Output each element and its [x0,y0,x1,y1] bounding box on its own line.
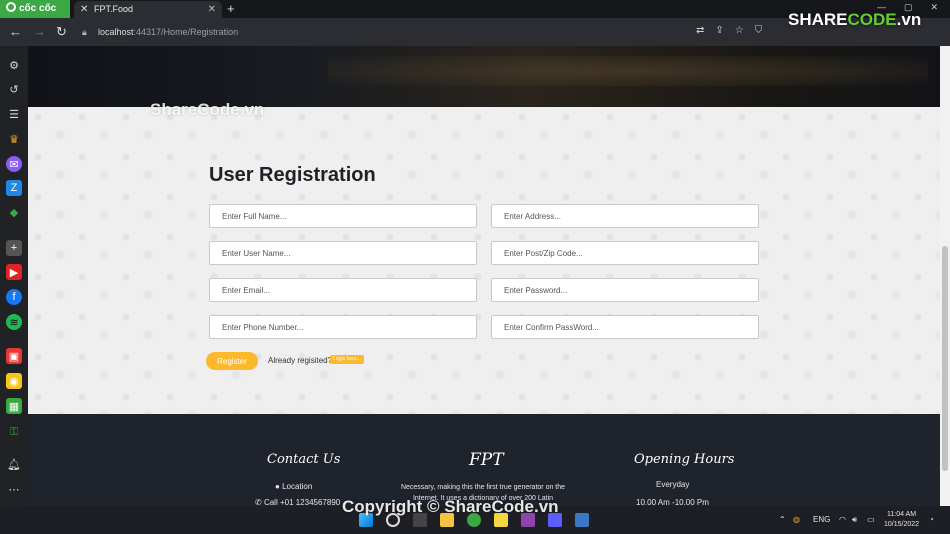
map-pin-icon: ● [275,482,283,491]
tray-expand-icon[interactable]: ⌃ [779,515,786,524]
volume-icon[interactable]: 🔊︎ [852,515,857,525]
phone-item[interactable]: ✆ Call +01 1234567890 [255,498,340,506]
share-icon[interactable]: ⇪ [715,25,723,36]
python-icon[interactable] [575,513,589,527]
translate-icon[interactable]: ⇄ [696,25,704,36]
url-path: :44317/Home/Registration [133,27,239,37]
forward-icon[interactable]: → [33,24,46,40]
phone-icon: ✆ [255,498,264,506]
full-name-input[interactable] [209,204,477,228]
page-scrollbar[interactable] [940,46,950,506]
more-options-icon[interactable]: ⋯ [6,481,22,497]
password-input[interactable] [491,278,759,302]
address-bar[interactable]: 🔒︎ localhost:44317/Home/Registration [78,22,690,42]
site-info-icon[interactable]: 🔒︎ [82,22,87,42]
reading-list-icon[interactable]: ☰ [6,106,22,122]
history-icon[interactable]: ↺ [6,81,22,97]
battery-icon[interactable]: ▭ [867,515,875,524]
youtube-icon[interactable]: ▶ [6,264,22,280]
footer-brand-heading: FPT [469,450,504,470]
spotify-icon[interactable]: ≋ [6,314,22,330]
coccoc-logo-icon [6,2,16,12]
notification-bell-icon[interactable]: 🔔︎ [6,456,22,472]
coccoc-menu-button[interactable]: cốc cốc [0,0,70,18]
bookmark-star-icon[interactable]: ☆ [735,25,744,36]
logo-suffix: .vn [896,10,922,29]
contact-heading: Contact Us [267,452,341,467]
shopping-icon[interactable]: ▣ [6,348,22,364]
watermark-top: ShareCode.vn [150,100,265,119]
phone-input[interactable] [209,315,477,339]
back-icon[interactable]: ← [9,24,22,40]
url-host: localhost [98,27,134,37]
key-icon[interactable]: ⚿ [6,424,22,440]
gift-icon[interactable]: ▦ [6,398,22,414]
coin-icon[interactable]: ◉ [6,373,22,389]
page-title: User Registration [209,164,376,186]
add-panel-icon[interactable]: + [6,240,22,256]
crown-icon[interactable]: ♛ [6,131,22,147]
watermark-bottom: Copyright © ShareCode.vn [342,497,559,516]
game-controller-icon[interactable]: ◆ [6,204,22,220]
new-tab-button[interactable]: + [227,0,235,17]
phone-label: Call +01 1234567890 [263,498,341,506]
logo-prefix: SHARE [788,10,848,29]
wifi-icon[interactable]: ◠ [839,515,846,524]
address-input[interactable] [491,204,759,228]
language-indicator[interactable]: ENG [813,515,830,524]
clock-time: 11:04 AM [886,511,917,518]
tab-title: FPT.Food [94,4,134,14]
hero-image [328,56,928,86]
zalo-icon[interactable]: Z [6,180,22,196]
already-registered-text: Already regisited? [268,356,333,365]
confirm-password-input[interactable] [491,315,759,339]
toolbar-actions: ⇄ ⇪ ☆ ⛉ [696,25,762,36]
tab-fpt-food[interactable]: ✕ FPT.Food ✕ [74,1,222,18]
email-input[interactable] [209,278,477,302]
register-button[interactable]: Register [206,352,258,370]
reload-icon[interactable]: ↻ [56,24,67,40]
settings-gear-icon[interactable]: ⚙ [6,57,22,73]
clock-date: 10/15/2022 [884,521,920,528]
brand-label: cốc cốc [19,3,57,14]
location-label: Location [282,482,313,491]
system-clock[interactable]: 11:04 AM 10/15/2022 [884,510,919,530]
messenger-icon[interactable]: ✉ [6,156,22,172]
location-item[interactable]: ● Location [275,482,312,491]
hero-banner [28,46,940,107]
site-favicon-icon: ✕ [80,4,89,15]
scrollbar-thumb[interactable] [942,246,948,471]
facebook-icon[interactable]: f [6,289,22,305]
browser-sidebar: ⚙ ↺ ☰ ♛ ✉ Z ◆ + ▶ f ≋ ▣ ◉ ▦ ⚿ 🔔︎ ⋯ [0,46,28,506]
login-link[interactable]: Login here... [330,355,364,364]
logo-mid: CODE [847,10,897,29]
postcode-input[interactable] [491,241,759,265]
user-name-input[interactable] [209,241,477,265]
registration-section: User Registration Register Already regis… [28,107,940,414]
close-window-icon[interactable]: ✕ [930,2,938,13]
shield-icon[interactable]: ⛉ [755,25,763,36]
hours-days: Everyday [656,480,690,489]
site-footer: Contact Us ● Location ✆ Call +01 1234567… [28,414,940,506]
notification-center-icon[interactable]: ◔ [929,515,934,524]
hours-heading: Opening Hours [634,452,735,467]
tab-close-icon[interactable]: ✕ [208,1,216,18]
tray-app-icon[interactable]: ◍ [793,515,800,524]
sharecode-logo: SHARECODE.vn [788,10,921,30]
hours-time: 10.00 Am -10.00 Pm [636,498,709,506]
